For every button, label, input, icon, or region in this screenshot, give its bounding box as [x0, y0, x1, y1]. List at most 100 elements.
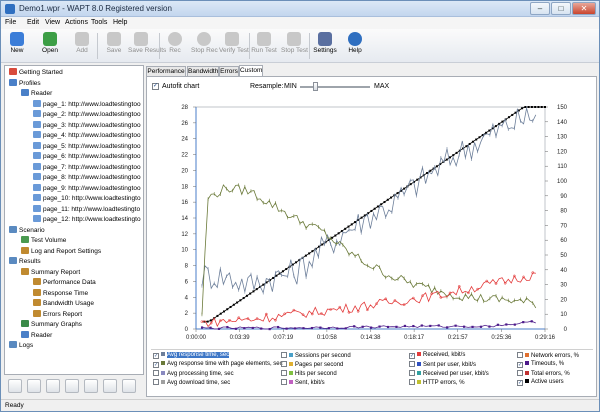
- project-tree[interactable]: Getting Started Profiles Reader page_1: htt…: [4, 65, 144, 375]
- tree-node-page-8-http-www-loadtestingtoo[interactable]: page_8: http://www.loadtestingtoo: [33, 173, 141, 183]
- tree-node-results[interactable]: Results: [9, 257, 41, 267]
- tree-node-page-9-http-www-loadtestingtoo[interactable]: page_9: http://www.loadtestingtoo: [33, 183, 141, 194]
- legend-checkbox[interactable]: [153, 379, 159, 385]
- menu-edit[interactable]: Edit: [27, 19, 39, 26]
- legend-item-http-errors[interactable]: HTTP errors, %: [409, 379, 465, 386]
- tree-node-reader[interactable]: Reader: [21, 89, 52, 99]
- legend-checkbox[interactable]: [409, 361, 415, 367]
- left-tick-label: 18: [181, 184, 188, 190]
- legend-item-active-users[interactable]: ✓ Active users: [517, 379, 564, 386]
- tree-node-summary-report[interactable]: Summary Report: [21, 267, 80, 278]
- legend-item-sent-per-user-kbit-s[interactable]: Sent per user, kbit/s: [409, 361, 476, 368]
- scenario-icon: [9, 225, 17, 233]
- legend-item-pages-per-second[interactable]: Pages per second: [281, 361, 343, 368]
- maximize-button[interactable]: □: [551, 2, 571, 15]
- legend-checkbox[interactable]: [281, 361, 287, 367]
- legend-checkbox[interactable]: [281, 352, 287, 358]
- legend-item-total-errors[interactable]: Total errors, %: [517, 370, 570, 377]
- legend-checkbox[interactable]: [517, 370, 523, 376]
- tree-node-page-1-http-www-loadtestingtoo[interactable]: page_1: http://www.loadtestingtoo: [33, 99, 141, 110]
- legend-checkbox[interactable]: ✓: [153, 362, 159, 368]
- legend-checkbox[interactable]: [153, 370, 159, 376]
- point-active-users: [249, 292, 252, 295]
- legend-checkbox[interactable]: [409, 370, 415, 376]
- tree-node-page-2-http-www-loadtestingtoo[interactable]: page_2: http://www.loadtestingtoo: [33, 110, 141, 120]
- legend-checkbox[interactable]: ✓: [409, 353, 415, 359]
- copy-node-icon[interactable]: [84, 379, 98, 393]
- tree-node-page-10-http-www-loadtestingto[interactable]: page_10: http://www.loadtestingto: [33, 194, 141, 204]
- right-tick-label: 120: [557, 149, 568, 155]
- verify-test-button[interactable]: Verify Test: [219, 31, 249, 61]
- stop-test-button[interactable]: Stop Test: [281, 31, 308, 61]
- add-button[interactable]: Add: [69, 31, 95, 61]
- move-up-icon[interactable]: [46, 379, 60, 393]
- legend-checkbox[interactable]: ✓: [517, 380, 523, 386]
- new-button[interactable]: New: [4, 31, 30, 61]
- point-timeouts: [429, 324, 432, 328]
- tree-node-performance-data[interactable]: Performance Data: [33, 278, 96, 288]
- collapse-all-icon[interactable]: [27, 379, 41, 393]
- tree-node-page-5-http-www-loadtestingtoo[interactable]: page_5: http://www.loadtestingtoo: [33, 141, 141, 152]
- menu-actions[interactable]: Actions: [65, 19, 88, 26]
- tree-node-page-3-http-www-loadtestingtoo[interactable]: page_3: http://www.loadtestingtoo: [33, 120, 141, 131]
- menu-view[interactable]: View: [45, 19, 60, 26]
- legend-checkbox[interactable]: [281, 370, 287, 376]
- legend-checkbox[interactable]: [281, 379, 287, 385]
- tree-node-errors-report[interactable]: Errors Report: [33, 309, 82, 320]
- delete-node-icon[interactable]: [103, 379, 117, 393]
- minimize-button[interactable]: –: [530, 2, 550, 15]
- tree-node-page-11-http-www-loadtestingto[interactable]: page_11: http://www.loadtestingto: [33, 204, 140, 215]
- legend-item-sent-kbit-s[interactable]: Sent, kbit/s: [281, 379, 325, 386]
- tree-node-page-6-http-www-loadtestingtoo[interactable]: page_6: http://www.loadtestingtoo: [33, 152, 141, 162]
- tree-node-summary-graphs[interactable]: Summary Graphs: [21, 320, 82, 330]
- tree-node-page-4-http-www-loadtestingtoo[interactable]: page_4: http://www.loadtestingtoo: [33, 131, 141, 141]
- help-button[interactable]: Help: [342, 31, 368, 61]
- tree-node-getting-started[interactable]: Getting Started: [9, 68, 63, 78]
- legend-color-swatch: [161, 380, 165, 384]
- toolbar-button-label: New: [10, 47, 24, 54]
- tree-node-response-time[interactable]: Response Time: [33, 288, 88, 299]
- point-active-users: [468, 142, 471, 145]
- tree-node-scenario[interactable]: Scenario: [9, 225, 45, 236]
- legend-item-sessions-per-second[interactable]: Sessions per second: [281, 352, 351, 359]
- toolbar-button-label: Help: [348, 47, 362, 54]
- settings-button[interactable]: Settings: [312, 31, 338, 61]
- expand-all-icon[interactable]: [8, 379, 22, 393]
- properties-icon[interactable]: [122, 379, 136, 393]
- tree-node-test-volume[interactable]: Test Volume: [21, 236, 66, 246]
- tree-node-page-12-http-www-loadtestingto[interactable]: page_12: http://www.loadtestingto: [33, 215, 141, 225]
- legend-checkbox[interactable]: ✓: [153, 353, 159, 359]
- save-button[interactable]: Save: [101, 31, 127, 61]
- legend-item-network-errors[interactable]: Network errors, %: [517, 352, 579, 359]
- legend-item-timeouts[interactable]: ✓ Timeouts, %: [517, 361, 564, 368]
- legend-item-avg-response-time-with-page-elements-sec[interactable]: ✓ Avg response time with page elements, s…: [153, 361, 283, 368]
- legend-checkbox[interactable]: [517, 352, 523, 358]
- run-test-button[interactable]: Run Test: [251, 31, 277, 61]
- rec-button[interactable]: Rec: [162, 31, 188, 61]
- tree-node-bandwidth-usage[interactable]: Bandwidth Usage: [33, 299, 94, 309]
- open-button[interactable]: Open: [37, 31, 63, 61]
- tree-node-reader[interactable]: Reader: [21, 330, 52, 341]
- tree-node-logs[interactable]: Logs: [9, 341, 33, 351]
- logs-icon: [9, 341, 17, 348]
- legend-item-avg-processing-time-sec[interactable]: Avg processing time, sec: [153, 370, 234, 377]
- menu-help[interactable]: Help: [113, 19, 127, 26]
- tree-node-page-7-http-www-loadtestingtoo[interactable]: page_7: http://www.loadtestingtoo: [33, 162, 141, 173]
- legend-checkbox[interactable]: ✓: [517, 362, 523, 368]
- legend-item-received-per-user-kbit-s[interactable]: Received per user, kbit/s: [409, 370, 489, 377]
- tree-node-profiles[interactable]: Profiles: [9, 78, 41, 89]
- close-button[interactable]: ✕: [572, 2, 596, 15]
- legend-item-avg-response-time-sec[interactable]: ✓ Avg response time, sec: [153, 352, 230, 359]
- save-results-button[interactable]: Save Results: [128, 31, 166, 61]
- right-tick-label: 130: [557, 135, 568, 141]
- tree-node-log-and-report-settings[interactable]: Log and Report Settings: [21, 246, 101, 257]
- legend-item-received-kbit-s[interactable]: ✓ Received, kbit/s: [409, 352, 465, 359]
- stop-rec-button[interactable]: Stop Rec: [191, 31, 218, 61]
- point-active-users: [471, 140, 474, 143]
- menu-tools[interactable]: Tools: [91, 19, 107, 26]
- move-down-icon[interactable]: [65, 379, 79, 393]
- legend-checkbox[interactable]: [409, 379, 415, 385]
- legend-item-avg-download-time-sec[interactable]: Avg download time, sec: [153, 379, 230, 386]
- legend-item-hits-per-second[interactable]: Hits per second: [281, 370, 337, 377]
- menu-file[interactable]: File: [5, 19, 16, 26]
